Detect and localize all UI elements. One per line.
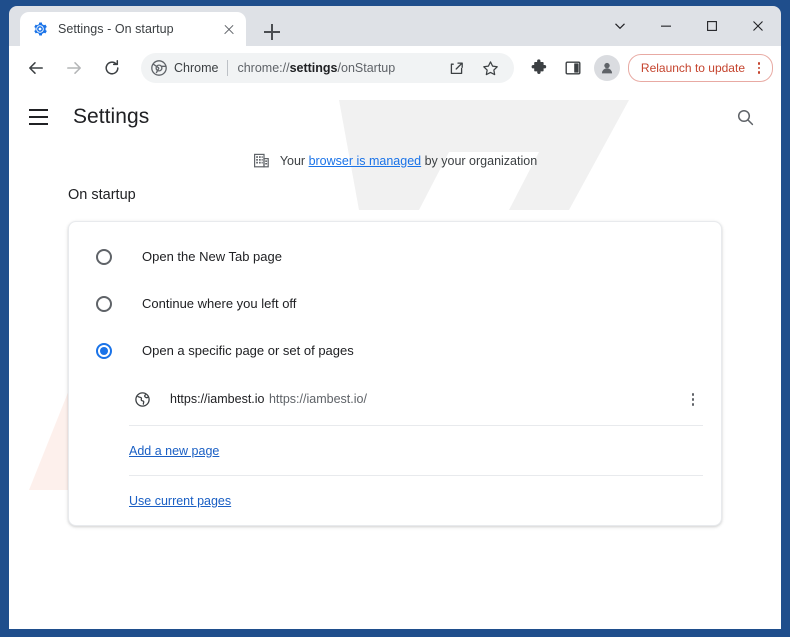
window-controls — [597, 6, 781, 46]
startup-option-label: Open a specific page or set of pages — [142, 343, 354, 358]
add-a-new-page-row[interactable]: Add a new page — [69, 426, 721, 475]
search-icon[interactable] — [731, 103, 759, 131]
settings-header: Settings — [9, 90, 781, 144]
minimize-icon[interactable] — [643, 6, 689, 46]
person-icon — [601, 62, 613, 74]
url-bold-segment: settings — [289, 61, 338, 75]
enterprise-building-icon — [253, 153, 269, 168]
chrome-badge-label: Chrome — [174, 61, 219, 75]
new-tab-button[interactable] — [258, 18, 286, 46]
chrome-menu-kebab-icon[interactable] — [750, 58, 768, 78]
managed-banner-text: Your browser is managed by your organiza… — [280, 154, 537, 168]
page-title: Settings — [73, 105, 150, 128]
profile-avatar[interactable] — [593, 55, 620, 81]
globe-icon — [135, 392, 150, 407]
arrow-right-icon — [67, 62, 81, 74]
radio-icon-selected[interactable] — [96, 342, 112, 359]
startup-option-continue[interactable]: Continue where you left off — [69, 280, 721, 327]
settings-page: Settings Your browser is managed by your… — [9, 90, 781, 629]
managed-prefix: Your — [279, 153, 309, 168]
omnibox-divider — [227, 60, 229, 76]
managed-suffix: by your organization — [421, 153, 538, 168]
startup-page-more-actions-icon[interactable] — [683, 388, 703, 412]
startup-option-specific-pages[interactable]: Open a specific page or set of pages — [69, 327, 721, 374]
browser-toolbar: Chrome chrome://settings/onStartup Relau… — [9, 46, 781, 90]
browser-tab[interactable]: Settings - On startup — [20, 12, 246, 46]
close-icon[interactable] — [220, 20, 238, 38]
startup-page-row: https://iambest.io https://iambest.io/ — [69, 374, 721, 425]
chrome-badge: Chrome — [151, 60, 218, 76]
side-panel-icon[interactable] — [558, 53, 588, 83]
url-suffix: /onStartup — [337, 61, 396, 75]
startup-option-label: Continue where you left off — [142, 296, 297, 311]
extensions-puzzle-icon[interactable] — [524, 53, 554, 83]
startup-page-url: https://iambest.io/ — [268, 392, 367, 407]
startup-option-label: Open the New Tab page — [142, 249, 282, 264]
on-startup-card: Open the New Tab page Continue where you… — [68, 221, 722, 526]
settings-gear-icon — [34, 22, 47, 36]
tab-strip: Settings - On startup — [9, 6, 781, 46]
forward-button[interactable] — [59, 53, 89, 83]
radio-icon[interactable] — [96, 295, 112, 312]
reload-icon — [105, 60, 119, 75]
radio-icon[interactable] — [96, 248, 112, 265]
browser-is-managed-link[interactable]: browser is managed — [309, 154, 422, 168]
section-title: On startup — [68, 187, 136, 203]
relaunch-to-update-button[interactable]: Relaunch to update — [627, 54, 773, 82]
use-current-pages-link[interactable]: Use current pages — [129, 494, 231, 508]
tab-title: Settings - On startup — [58, 22, 174, 36]
address-bar[interactable]: Chrome chrome://settings/onStartup — [141, 53, 514, 83]
use-current-pages-row[interactable]: Use current pages — [69, 476, 721, 525]
managed-browser-banner: Your browser is managed by your organiza… — [9, 152, 781, 169]
relaunch-label: Relaunch to update — [640, 61, 745, 75]
reload-button[interactable] — [97, 53, 127, 83]
add-a-new-page-link[interactable]: Add a new page — [129, 444, 219, 458]
url-prefix: chrome:// — [237, 61, 290, 75]
startup-page-title: https://iambest.io — [170, 392, 265, 407]
maximize-icon[interactable] — [689, 6, 735, 46]
close-icon[interactable] — [735, 6, 781, 46]
arrow-left-icon — [29, 62, 43, 74]
tab-search-chevron-down-icon[interactable] — [597, 6, 643, 46]
startup-option-new-tab[interactable]: Open the New Tab page — [69, 233, 721, 280]
startup-page-text: https://iambest.io https://iambest.io/ — [170, 390, 683, 408]
browser-window: Settings - On startup Chrome chrome://se… — [0, 0, 790, 637]
bookmark-star-icon[interactable] — [476, 53, 506, 83]
hamburger-menu-icon[interactable] — [29, 105, 53, 129]
back-button[interactable] — [21, 53, 51, 83]
share-icon[interactable] — [442, 53, 472, 83]
address-bar-url: chrome://settings/onStartup — [237, 61, 439, 75]
omnibox-actions — [440, 53, 508, 83]
chrome-logo-icon — [151, 60, 167, 76]
